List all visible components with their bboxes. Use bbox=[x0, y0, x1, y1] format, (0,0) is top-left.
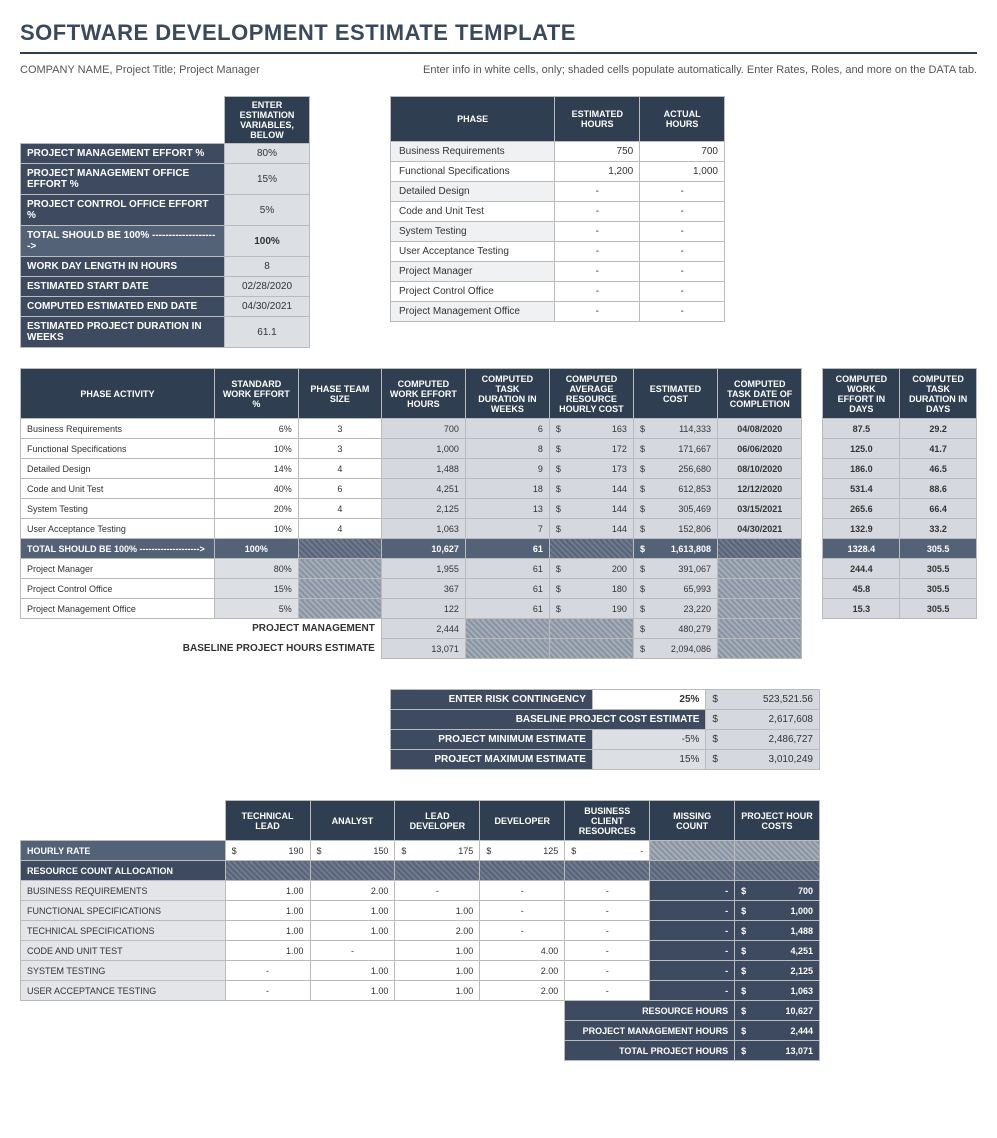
resource-table: TECHNICAL LEADANALYSTLEAD DEVELOPERDEVEL… bbox=[20, 800, 820, 1061]
contingency-table: ENTER RISK CONTINGENCY 25% $523,521.56 B… bbox=[390, 689, 820, 770]
computed-days-table: COMPUTED WORK EFFORT IN DAYS COMPUTED TA… bbox=[822, 368, 977, 619]
vars-header: ENTER ESTIMATION VARIABLES, BELOW bbox=[225, 97, 310, 144]
instructions: Enter info in white cells, only; shaded … bbox=[423, 64, 977, 76]
phase-activity-table: PHASE ACTIVITYSTANDARD WORK EFFORT %PHAS… bbox=[20, 368, 802, 659]
company-line: COMPANY NAME, Project Title; Project Man… bbox=[20, 64, 260, 76]
variables-table: ENTER ESTIMATION VARIABLES, BELOW PROJEC… bbox=[20, 96, 310, 348]
page-title: SOFTWARE DEVELOPMENT ESTIMATE TEMPLATE bbox=[20, 20, 977, 54]
phase-hours-table: PHASE ESTIMATED HOURS ACTUAL HOURS Busin… bbox=[390, 96, 725, 322]
